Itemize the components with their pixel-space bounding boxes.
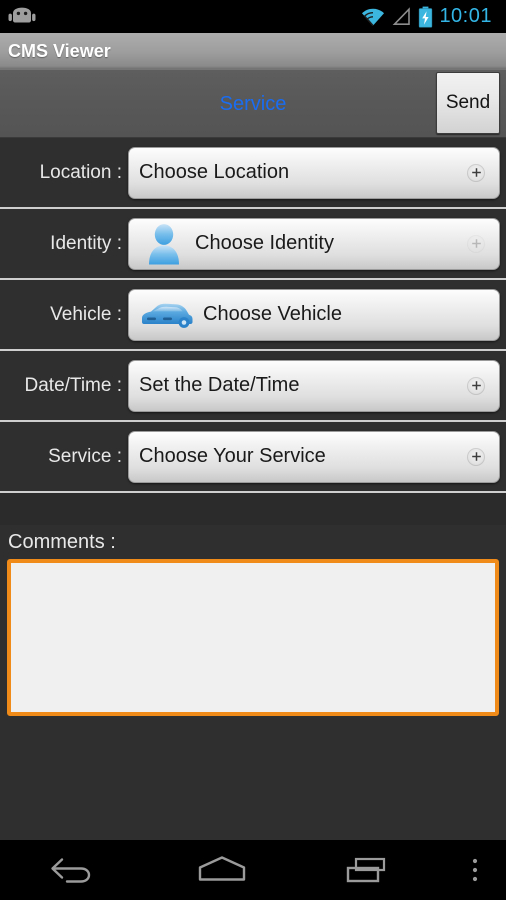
label-service: Service :: [48, 445, 122, 467]
label-datetime: Date/Time :: [24, 374, 123, 396]
overflow-menu-icon[interactable]: [444, 840, 506, 900]
choose-location-value: Choose Location: [139, 161, 290, 183]
comments-label: Comments :: [8, 531, 116, 553]
comments-section: Comments :: [0, 525, 506, 720]
label-vehicle: Vehicle :: [50, 303, 122, 325]
plus-icon[interactable]: [467, 163, 485, 182]
person-icon: [141, 221, 187, 267]
car-icon: [139, 298, 195, 332]
set-datetime-button[interactable]: Set the Date/Time: [128, 359, 500, 412]
system-navigation-bar: [0, 840, 506, 900]
app-title-bar: CMS Viewer: [0, 33, 506, 69]
choose-identity-button[interactable]: Choose Identity: [128, 217, 500, 270]
label-identity: Identity :: [50, 232, 122, 254]
comments-input[interactable]: [7, 559, 499, 716]
wifi-icon: [360, 7, 386, 27]
form-row-service: Service : Choose Your Service: [0, 422, 506, 493]
android-head-icon: [8, 7, 36, 27]
back-arrow-icon[interactable]: [0, 840, 148, 900]
plus-icon[interactable]: [467, 234, 485, 253]
form-area: Location : Choose Location Identity : Ch…: [0, 138, 506, 493]
choose-location-button[interactable]: Choose Location: [128, 146, 500, 199]
status-bar-clock: 10:01: [439, 5, 492, 27]
signal-triangle-icon: [392, 6, 412, 27]
status-bar: 10:01: [0, 0, 506, 33]
form-row-vehicle: Vehicle : Choose Vehicle: [0, 280, 506, 351]
choose-vehicle-value: Choose Vehicle: [203, 303, 342, 325]
action-bar: Service Send: [0, 69, 506, 138]
set-datetime-value: Set the Date/Time: [139, 374, 300, 396]
form-row-datetime: Date/Time : Set the Date/Time: [0, 351, 506, 422]
choose-service-value: Choose Your Service: [139, 445, 326, 467]
choose-identity-value: Choose Identity: [195, 232, 334, 254]
form-row-identity: Identity : Choose Identity: [0, 209, 506, 280]
send-button[interactable]: Send: [436, 72, 500, 134]
tab-service[interactable]: Service: [0, 93, 506, 116]
app-title: CMS Viewer: [8, 40, 111, 61]
plus-icon[interactable]: [467, 376, 485, 395]
status-bar-left: [8, 7, 36, 27]
label-location: Location :: [39, 161, 122, 183]
status-bar-right: 10:01: [360, 5, 498, 28]
recent-apps-icon[interactable]: [296, 840, 444, 900]
battery-charging-icon: [418, 6, 433, 28]
choose-service-button[interactable]: Choose Your Service: [128, 430, 500, 483]
home-pentagon-icon[interactable]: [148, 840, 296, 900]
choose-vehicle-button[interactable]: Choose Vehicle: [128, 288, 500, 341]
plus-icon[interactable]: [467, 447, 485, 466]
phone-screen: 10:01 CMS Viewer Service Send Location :…: [0, 0, 506, 900]
content-filler: [0, 720, 506, 840]
form-row-location: Location : Choose Location: [0, 138, 506, 209]
